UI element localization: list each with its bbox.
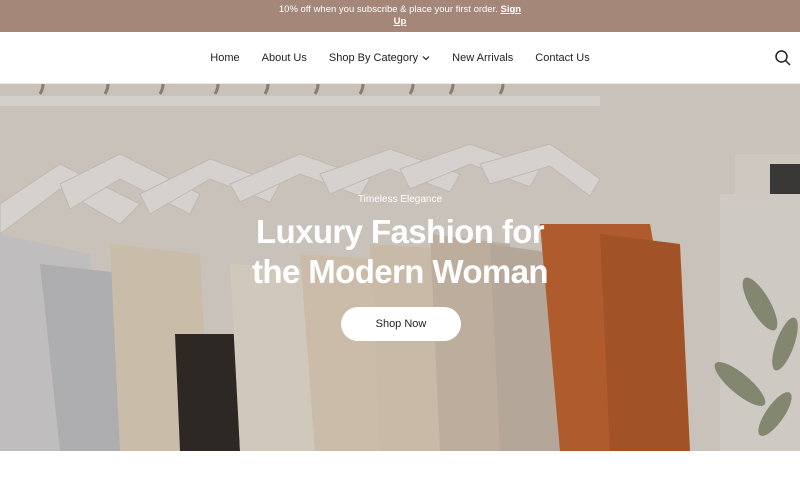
hero-content: Timeless Elegance Luxury Fashion for the… xyxy=(0,84,800,451)
announcement-bar: 10% off when you subscribe & place your … xyxy=(0,0,800,32)
nav-contact-us[interactable]: Contact Us xyxy=(535,52,589,64)
shop-now-button[interactable]: Shop Now xyxy=(341,307,461,341)
nav-shop-by-category-label: Shop By Category xyxy=(328,52,419,64)
nav-about-us[interactable]: About Us xyxy=(262,52,307,64)
hero-headline-line2: the Modern Woman xyxy=(252,253,549,290)
main-navigation: Home About Us Shop By Category New Arriv… xyxy=(0,32,800,84)
hero-banner: Timeless Elegance Luxury Fashion for the… xyxy=(0,84,800,451)
nav-home[interactable]: Home xyxy=(210,52,239,64)
hero-headline-line1: Luxury Fashion for xyxy=(255,213,545,250)
hero-eyebrow: Timeless Elegance xyxy=(357,194,443,205)
search-icon[interactable] xyxy=(774,49,792,67)
nav-shop-by-category[interactable]: Shop By Category xyxy=(329,52,430,64)
nav-new-arrivals[interactable]: New Arrivals xyxy=(452,52,513,64)
hero-headline: Luxury Fashion for the Modern Woman xyxy=(0,212,800,292)
announcement-text: 10% off when you subscribe & place your … xyxy=(278,4,498,15)
chevron-down-icon xyxy=(422,56,430,61)
below-hero-section xyxy=(0,451,800,480)
